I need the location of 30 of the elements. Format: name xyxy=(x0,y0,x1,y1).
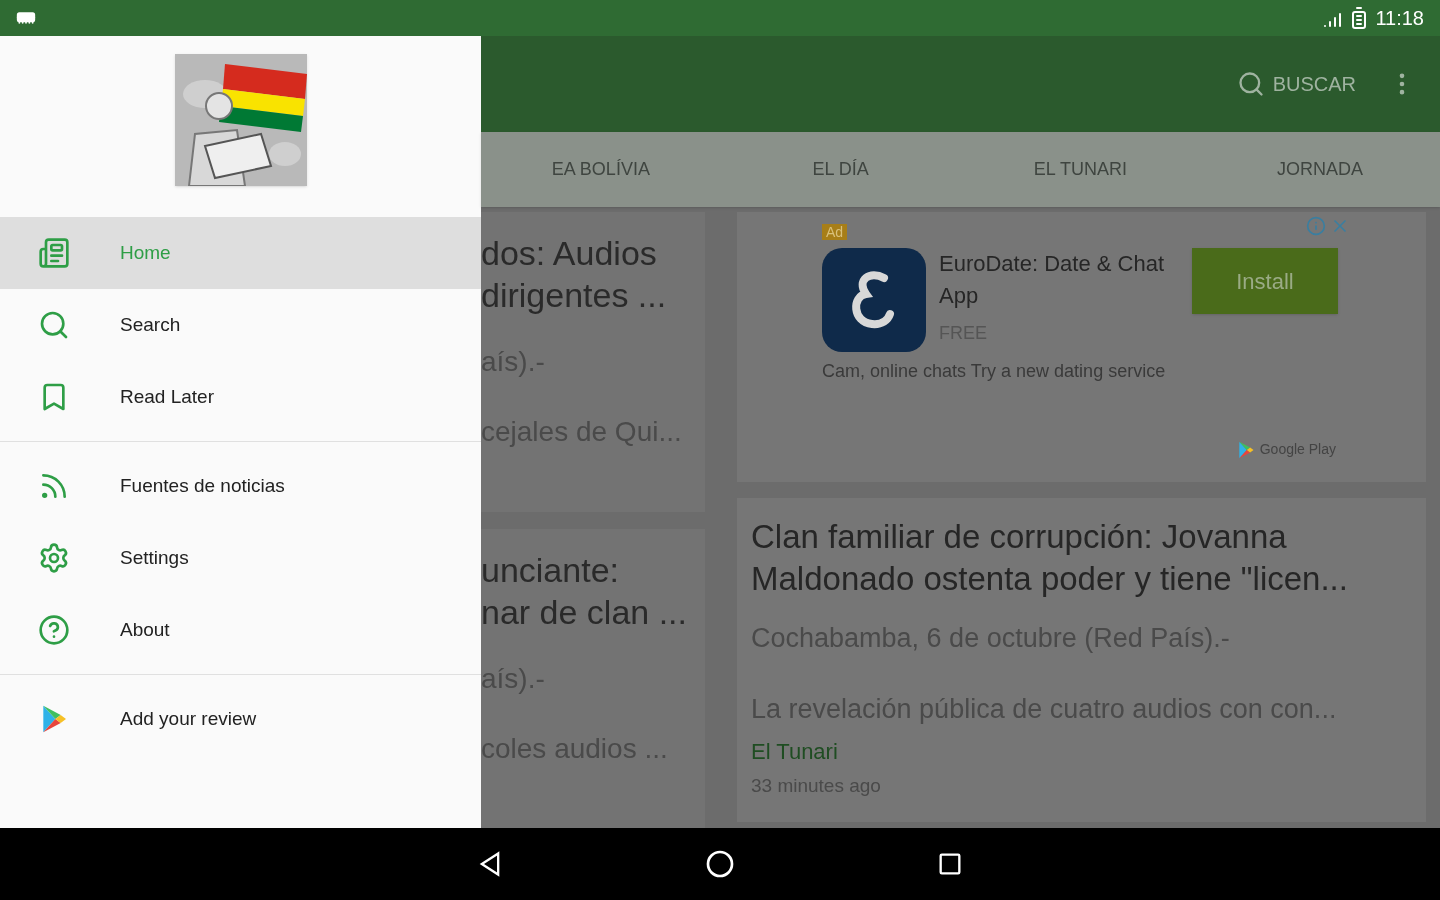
settings-icon xyxy=(38,542,70,574)
ad-description: Cam, online chats Try a new dating service xyxy=(822,360,1167,383)
article-source: El Tunari xyxy=(751,738,839,766)
search-button[interactable]: BUSCAR xyxy=(1236,69,1356,99)
ad-badge: Ad xyxy=(822,224,848,240)
home-icon[interactable] xyxy=(704,848,736,880)
card-title-line: dos: Audios xyxy=(481,233,658,274)
clock: 11:18 xyxy=(1375,6,1424,31)
install-button[interactable]: Install xyxy=(1192,248,1338,314)
search-icon xyxy=(38,309,70,341)
search-icon xyxy=(1236,70,1265,98)
app-logo-icon xyxy=(822,248,926,352)
tab[interactable]: EL TUNARI xyxy=(960,132,1201,207)
article-title: Clan familiar de corrupción: Jovanna Maldonado ostenta poder y tiene "licen... xyxy=(751,517,1349,599)
drawer-item[interactable]: Search xyxy=(0,289,481,361)
tab[interactable]: JORNADA xyxy=(1200,132,1440,207)
card-title-line: nar de clan ... xyxy=(481,591,688,633)
card-title-line: unciante: xyxy=(481,549,620,591)
app-name: EuroDate: Date & Chat App xyxy=(939,250,1165,310)
card-title-line: dirigentes ... xyxy=(481,275,668,316)
drawer-item[interactable]: Home xyxy=(0,217,481,289)
tab[interactable]: EL DÍA xyxy=(720,132,961,207)
tab[interactable]: EA BOLÍVIA xyxy=(481,132,721,207)
drawer-item[interactable]: Read Later xyxy=(0,361,481,433)
help-icon xyxy=(38,614,70,646)
newspaper-icon xyxy=(38,237,70,269)
drawer-item[interactable]: About xyxy=(0,594,481,666)
drawer-item[interactable]: Settings xyxy=(0,522,481,594)
drawer-item[interactable]: Fuentes de noticias xyxy=(0,450,481,522)
drawer-item[interactable]: Add your review xyxy=(0,683,481,755)
